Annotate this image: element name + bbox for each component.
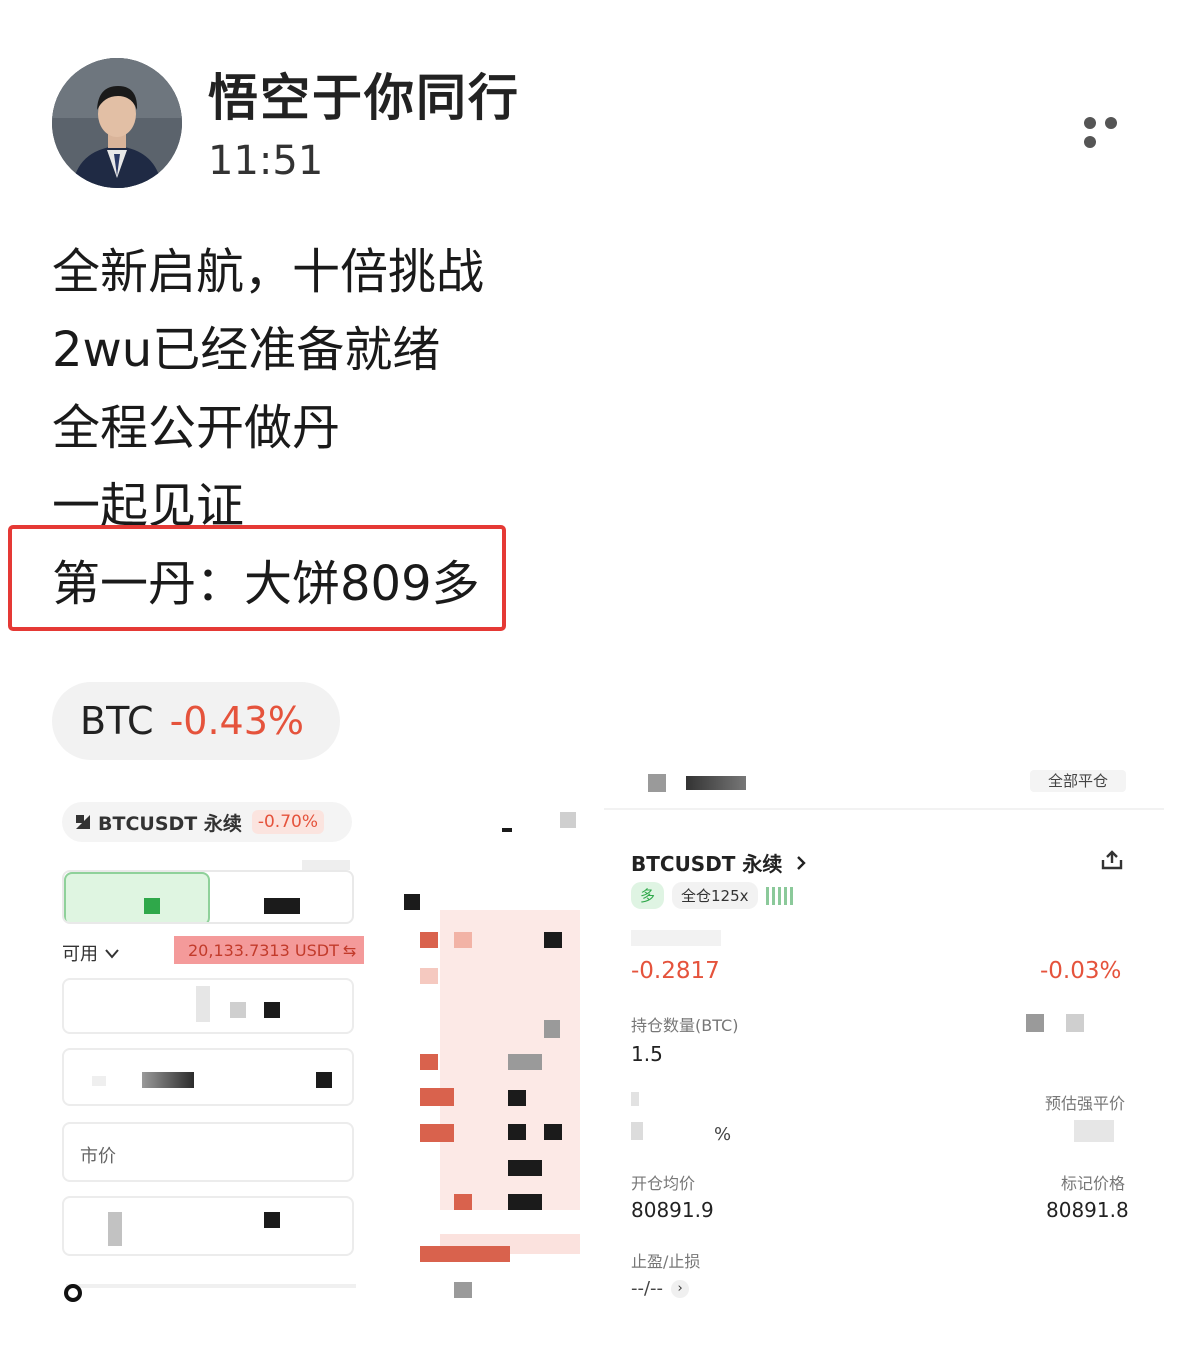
chevron-right-icon (797, 856, 807, 870)
available-label: 可用 (62, 940, 120, 966)
margin-tag: 全仓125x (672, 882, 758, 909)
blur-block (631, 930, 721, 946)
tpsl-control[interactable]: --/-- › (631, 1278, 690, 1299)
ticker-symbol: BTC (80, 699, 154, 743)
blur-block (560, 812, 576, 828)
order-type-select[interactable]: 市价 (62, 1122, 354, 1182)
leverage-slider[interactable] (66, 1284, 356, 1288)
pair-name: BTCUSDT 永续 (98, 812, 242, 835)
pnl-rate: -0.03% (1040, 958, 1122, 984)
author-name[interactable]: 悟空于你同行 (208, 58, 520, 130)
entry-price-label: 开仓均价 (631, 1174, 696, 1193)
post-time: 11:51 (208, 138, 324, 184)
post-line-2: 2wu已经准备就绪 (52, 322, 441, 378)
position-screenshot[interactable]: 全部平仓 BTCUSDT 永续 多 全仓125x -0.2817 -0.03% … (604, 770, 1164, 1330)
leverage-bars-icon (765, 886, 796, 905)
order-type-label: 市价 (80, 1146, 116, 1167)
post-line-1: 全新启航，十倍挑战 (52, 244, 485, 300)
position-pair[interactable]: BTCUSDT 永续 (631, 848, 807, 877)
margin-ratio-symbol: % (714, 1124, 732, 1145)
pair-change: -0.70% (251, 810, 324, 834)
chevron-right-icon: › (671, 1279, 690, 1298)
author-avatar[interactable] (52, 58, 182, 188)
pair-icon (76, 815, 90, 829)
position-value: 1.5 (631, 1042, 663, 1066)
est-liq-label: 预估强平价 (1045, 1094, 1126, 1113)
qty-input[interactable] (62, 1196, 354, 1256)
pair-pill: BTCUSDT 永续 -0.70% (62, 802, 352, 842)
available-value: 20,133.7313 USDT ⇆ (174, 936, 364, 964)
side-tag: 多 (631, 882, 665, 909)
post-line-3: 全程公开做丹 (52, 400, 341, 456)
entry-price-value: 80891.9 (631, 1198, 714, 1222)
blur-block (502, 828, 512, 832)
ticker-change: -0.43% (169, 699, 305, 743)
highlight-box (8, 525, 506, 631)
order-screenshot[interactable]: BTCUSDT 永续 -0.70% 可用 20,133.7313 USDT ⇆ … (52, 790, 582, 1320)
unrealized-pnl: -0.2817 (631, 958, 720, 984)
close-all-button[interactable]: 全部平仓 (1030, 770, 1126, 792)
mark-price-label: 标记价格 (1061, 1174, 1126, 1193)
chevron-down-icon (104, 949, 119, 959)
slider-handle[interactable] (64, 1284, 82, 1302)
tpsl-label: 止盈/止损 (631, 1252, 701, 1271)
share-icon[interactable] (1100, 848, 1124, 872)
blur-block (302, 860, 350, 870)
swap-icon: ⇆ (342, 940, 357, 960)
side-toggle[interactable] (62, 870, 354, 924)
avatar-portrait-icon (52, 58, 182, 188)
more-dots-icon[interactable] (1084, 114, 1146, 148)
ticker-pill[interactable]: BTC -0.43% (52, 682, 340, 760)
mark-price-value: 80891.8 (1046, 1198, 1129, 1222)
order-book (384, 894, 580, 1320)
position-tags: 多 全仓125x (631, 882, 796, 909)
position-label: 持仓数量(BTC) (631, 1016, 739, 1035)
